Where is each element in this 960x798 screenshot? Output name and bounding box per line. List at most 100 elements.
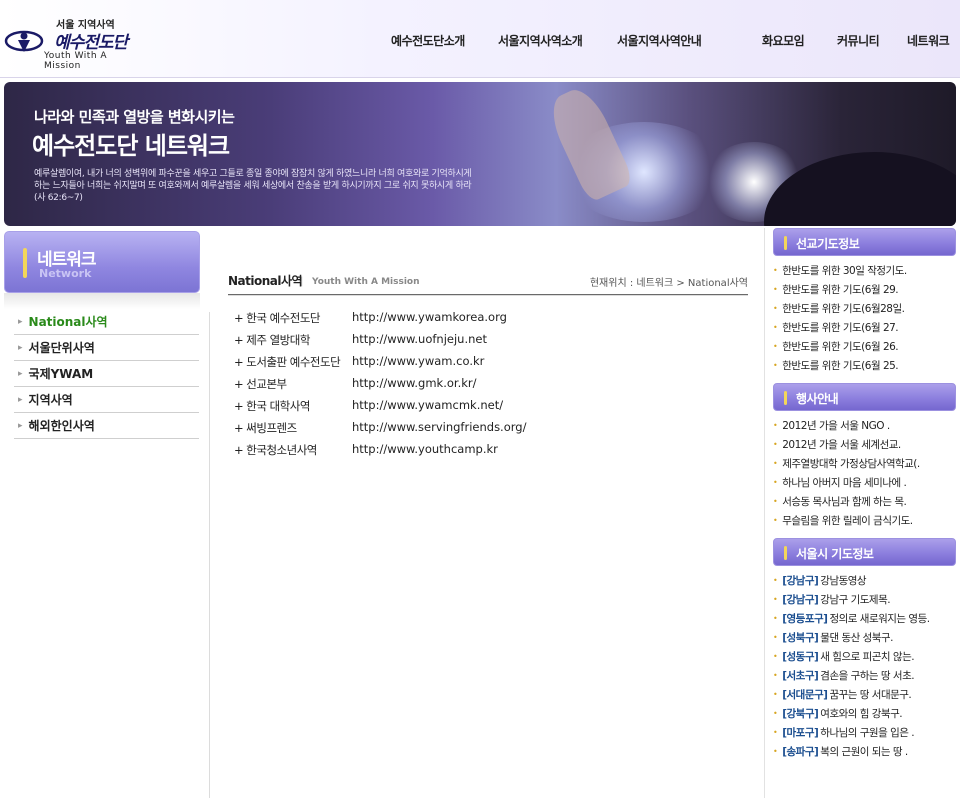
list-item[interactable]: • 제주열방대학 가정상담사역학교(.: [773, 454, 956, 473]
link-url[interactable]: http://www.ywamkorea.org: [346, 310, 507, 332]
link-name: + 한국 대학사역: [234, 399, 310, 413]
bullet-icon: •: [773, 361, 778, 370]
list-item[interactable]: • 하나님 아버지 마음 세미나에 .: [773, 473, 956, 492]
events-list: • 2012년 가을 서울 NGO . • 2012년 가을 서울 세계선교. • 제…: [773, 411, 956, 538]
bullet-icon: •: [773, 652, 778, 661]
bullet-icon: •: [773, 342, 778, 351]
page-title: National사역: [228, 274, 303, 288]
sidebar-item-label: 해외한인사역: [28, 419, 95, 433]
events-title: 행사안내: [796, 392, 839, 406]
arrow-right-icon: ▸: [18, 368, 23, 379]
link-name: + 도서출판 예수전도단: [234, 355, 341, 369]
district-tag: [강남구]: [782, 575, 819, 587]
nav-item-community[interactable]: 커뮤니티: [837, 32, 880, 49]
list-item[interactable]: • 한반도를 위한 기도(6월28일.: [773, 299, 956, 318]
list-item[interactable]: • 2012년 가을 서울 세계선교.: [773, 435, 956, 454]
sidebar-item-label: 서울단위사역: [28, 341, 95, 355]
sidebar-menu: ▸ National사역 ▸ 서울단위사역 ▸ 국제YWAM ▸ 지역사역 ▸ 해외한인사…: [14, 309, 199, 439]
content-header: National사역 | Youth With A Mission 현재위치 :…: [228, 270, 748, 296]
bullet-icon: •: [773, 478, 778, 487]
list-item[interactable]: • 한반도를 위한 30일 작정기도.: [773, 261, 956, 280]
page-subtitle: Youth With A Mission: [312, 277, 420, 287]
bullet-icon: •: [773, 266, 778, 275]
bullet-icon: •: [773, 323, 778, 332]
main-content: National사역 | Youth With A Mission 현재위치 :…: [228, 270, 748, 464]
list-item: + 써빙프렌즈 http://www.servingfriends.org/: [228, 420, 748, 442]
seoul-prayer-list: • [강남구] 강남동영상 • [강남구] 강남구 기도제목. • [영등포구] 정의로 새…: [773, 566, 956, 769]
seoul-prayer-title: 서울시 기도정보: [796, 547, 874, 561]
list-item[interactable]: • 2012년 가을 서울 NGO .: [773, 416, 956, 435]
link-name: + 한국청소년사역: [234, 443, 317, 457]
bullet-icon: •: [773, 516, 778, 525]
site-logo[interactable]: 서울 지역사역 예수전도단 Youth With A Mission: [2, 10, 142, 71]
bullet-icon: •: [773, 459, 778, 468]
bullet-icon: •: [773, 497, 778, 506]
list-item[interactable]: • 한반도를 위한 기도(6월 25.: [773, 356, 956, 375]
seoul-prayer-header[interactable]: 서울시 기도정보: [773, 538, 956, 566]
mission-prayer-list: • 한반도를 위한 30일 작정기도. • 한반도를 위한 기도(6월 29. • 한…: [773, 256, 956, 383]
events-header[interactable]: 행사안내: [773, 383, 956, 411]
content-divider: [209, 312, 210, 798]
link-url[interactable]: http://www.gmk.or.kr/: [346, 376, 477, 398]
sidebar-item-seoul-unit[interactable]: ▸ 서울단위사역: [14, 335, 199, 361]
list-item[interactable]: • [강남구] 강남구 기도제목.: [773, 590, 956, 609]
nav-item-seoul-intro[interactable]: 서울지역사역소개: [498, 32, 583, 49]
bullet-icon: •: [773, 671, 778, 680]
list-item[interactable]: • 한반도를 위한 기도(6월 27.: [773, 318, 956, 337]
banner-line-2: 예수전도단 네트워크: [32, 132, 230, 160]
list-item[interactable]: • [성북구] 물댄 동산 성북구.: [773, 628, 956, 647]
list-item[interactable]: • [서대문구] 꿈꾸는 땅 서대문구.: [773, 685, 956, 704]
sidebar-item-national[interactable]: ▸ National사역: [14, 309, 199, 335]
link-url[interactable]: http://www.ywam.co.kr: [346, 354, 484, 376]
district-tag: [서초구]: [782, 670, 819, 682]
sidebar-item-international[interactable]: ▸ 국제YWAM: [14, 361, 199, 387]
arrow-right-icon: ▸: [18, 420, 23, 431]
logo-main-text: 예수전도단: [54, 33, 128, 53]
link-url[interactable]: http://www.ywamcmk.net/: [346, 398, 503, 420]
district-tag: [송파구]: [782, 746, 819, 758]
list-item[interactable]: • [성동구] 새 힘으로 피곤치 않는.: [773, 647, 956, 666]
link-url[interactable]: http://www.youthcamp.kr: [346, 442, 498, 464]
main-banner: 나라와 민족과 열방을 변화시키는 예수전도단 네트워크 예루살렘이여, 내가 …: [4, 82, 956, 226]
link-url[interactable]: http://www.uofnjeju.net: [346, 332, 487, 354]
list-item[interactable]: • [마포구] 하나님의 구원을 입은 .: [773, 723, 956, 742]
link-list: + 한국 예수전도단 http://www.ywamkorea.org + 제주 …: [228, 310, 748, 464]
list-item: + 도서출판 예수전도단 http://www.ywam.co.kr: [228, 354, 748, 376]
bullet-icon: •: [773, 728, 778, 737]
mission-prayer-header[interactable]: 선교기도정보: [773, 228, 956, 256]
list-item: + 제주 열방대학 http://www.uofnjeju.net: [228, 332, 748, 354]
header-bar: [784, 236, 787, 250]
breadcrumb: 현재위치 : 네트워크 > National사역: [589, 278, 748, 289]
list-item[interactable]: • [영등포구] 정의로 새로워지는 영등.: [773, 609, 956, 628]
list-item[interactable]: • [송파구] 복의 근원이 되는 땅 .: [773, 742, 956, 761]
district-tag: [강남구]: [782, 594, 819, 606]
bullet-icon: •: [773, 421, 778, 430]
right-divider: [764, 228, 765, 798]
list-item[interactable]: • 한반도를 위한 기도(6월 29.: [773, 280, 956, 299]
district-tag: [성북구]: [782, 632, 819, 644]
nav-item-network[interactable]: 네트워크: [907, 32, 950, 49]
list-item[interactable]: • [서초구] 겸손을 구하는 땅 서초.: [773, 666, 956, 685]
nav-item-tuesday[interactable]: 화요모임: [762, 32, 805, 49]
sidebar-item-label: 지역사역: [28, 393, 73, 407]
list-item[interactable]: • [강북구] 여호와의 힘 강북구.: [773, 704, 956, 723]
sidebar-item-regional[interactable]: ▸ 지역사역: [14, 387, 199, 413]
left-sidebar: 네트워크 Network ▸ National사역 ▸ 서울단위사역 ▸ 국제YWAM…: [4, 231, 200, 439]
bullet-icon: •: [773, 576, 778, 585]
nav-item-seoul-guide[interactable]: 서울지역사역안내: [617, 32, 702, 49]
link-url[interactable]: http://www.servingfriends.org/: [346, 420, 526, 442]
list-item: + 한국 예수전도단 http://www.ywamkorea.org: [228, 310, 748, 332]
bullet-icon: •: [773, 747, 778, 756]
bullet-icon: •: [773, 304, 778, 313]
list-item[interactable]: • 한반도를 위한 기도(6월 26.: [773, 337, 956, 356]
sidebar-item-overseas[interactable]: ▸ 해외한인사역: [14, 413, 199, 439]
list-item[interactable]: • 무슬림을 위한 릴레이 금식기도.: [773, 511, 956, 530]
list-item[interactable]: • 서승동 목사님과 함께 하는 목.: [773, 492, 956, 511]
district-tag: [성동구]: [782, 651, 819, 663]
list-item[interactable]: • [강남구] 강남동영상: [773, 571, 956, 590]
bullet-icon: •: [773, 614, 778, 623]
sidebar-item-label: National사역: [28, 315, 108, 329]
district-tag: [마포구]: [782, 727, 819, 739]
nav-item-about[interactable]: 예수전도단소개: [391, 32, 465, 49]
right-sidebar: 선교기도정보 • 한반도를 위한 30일 작정기도. • 한반도를 위한 기도(6월…: [773, 228, 956, 769]
